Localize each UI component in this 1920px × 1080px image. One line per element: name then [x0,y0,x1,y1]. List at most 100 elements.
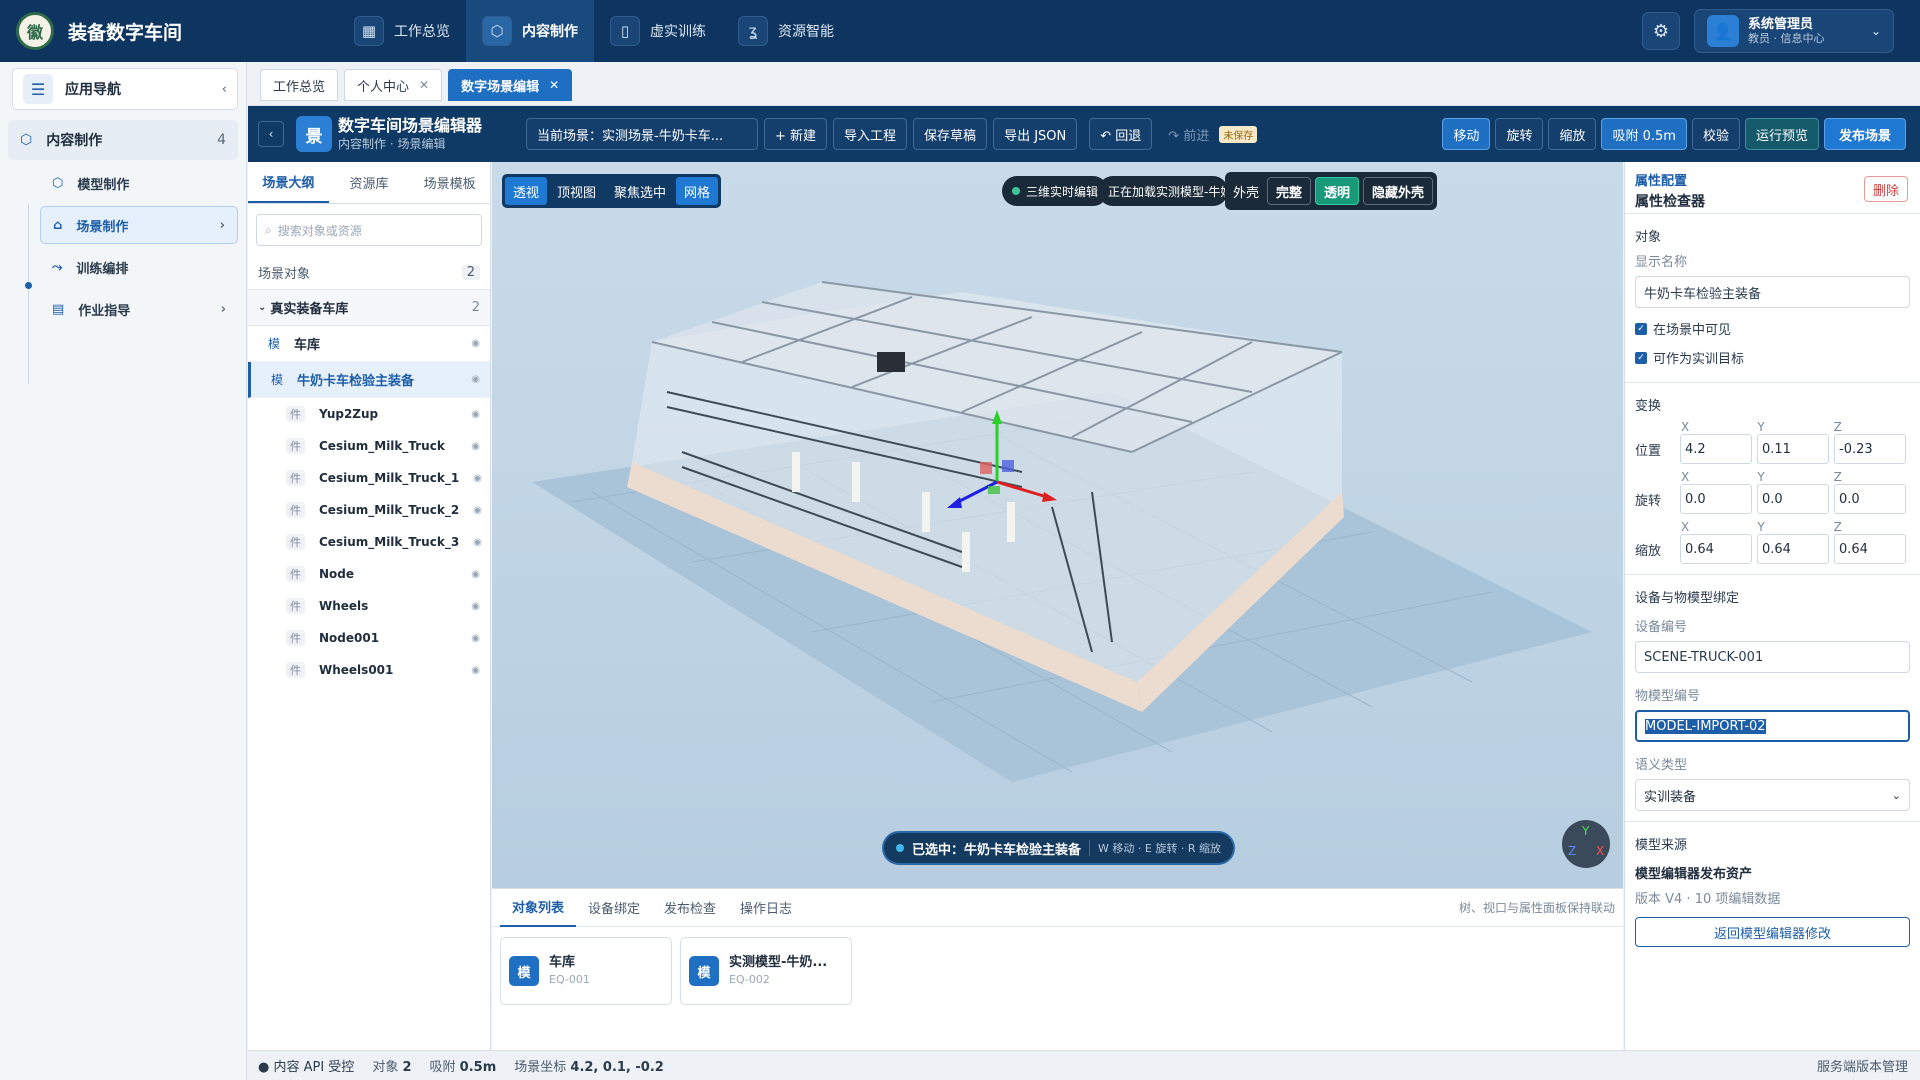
outline-child-row[interactable]: 件 Wheels001 ◉ [248,654,490,686]
sidebar-title: 应用导航 [65,82,121,98]
outline-child-row[interactable]: 件 Cesium_Milk_Truck_1 ◉ [248,462,490,494]
eye-icon[interactable]: ◉ [473,505,482,516]
tab-operation-log[interactable]: 操作日志 [728,889,804,927]
display-name-field[interactable]: 牛奶卡车检验主装备 [1635,276,1910,308]
shell-full-button[interactable]: 完整 [1267,177,1312,205]
sidebar-item-training[interactable]: ⤳ 训练编排 [40,248,238,286]
nav-tab-overview[interactable]: ▦ 工作总览 [338,0,466,62]
3d-viewport[interactable]: 透视 顶视图 聚焦选中 网格 三维实时编辑 正在加载实测模型-牛奶 外壳 完整 … [492,162,1623,888]
outline-child-row[interactable]: 件 Cesium_Milk_Truck ◉ [248,430,490,462]
validate-button[interactable]: 校验 [1691,118,1740,150]
nav-tab-resources[interactable]: ʓ 资源智能 [722,0,850,62]
tab-library[interactable]: 资源库 [329,162,410,203]
sidebar-item-guide[interactable]: ▤ 作业指导 › [40,290,238,328]
save-draft-button[interactable]: 保存草稿 [913,118,988,150]
outline-child-row[interactable]: 件 Yup2Zup ◉ [248,398,490,430]
run-preview-button[interactable]: 运行预览 [1744,118,1819,150]
device-code-field[interactable]: SCENE-TRUCK-001 [1635,641,1910,673]
position-y-input[interactable]: 0.11 [1757,434,1829,464]
current-scene-selector[interactable]: 当前场景：实测场景-牛奶卡车... [526,118,758,150]
position-x-input[interactable]: 4.2 [1680,434,1752,464]
status-dot [1012,187,1020,195]
training-target-checkbox[interactable]: ✓ 可作为实训目标 [1625,343,1920,372]
sidebar: ☰ 应用导航 ‹ ⬡ 内容制作 4 ⬡ 模型制作 ⌂ 场景制作 › ⤳ 训练编排 ▤ 作业… [0,62,247,1080]
grid-toggle-button[interactable]: 网格 [676,177,719,205]
outline-child-row[interactable]: 件 Node ◉ [248,558,490,590]
nav-tab-training[interactable]: ▯ 虚实训练 [594,0,722,62]
new-button[interactable]: + 新建 [764,118,828,150]
object-card[interactable]: 模 实测模型-牛奶... EQ-002 [680,937,852,1005]
user-menu[interactable]: 👤 系统管理员 教员 · 信息中心 ⌄ [1694,9,1894,53]
sidebar-header: ☰ 应用导航 ‹ [12,68,238,110]
settings-gear-icon[interactable]: ⚙ [1642,12,1680,50]
eye-icon[interactable]: ◉ [471,338,480,349]
equipment-block [877,352,905,372]
outline-child-row[interactable]: 件 Cesium_Milk_Truck_3 ◉ [248,526,490,558]
tab-object-list[interactable]: 对象列表 [500,889,577,927]
tab-scene-editor[interactable]: 数字场景编辑 ✕ [448,69,573,101]
outline-child-row[interactable]: 件 Node001 ◉ [248,622,490,654]
rotation-x-input[interactable]: 0.0 [1680,484,1752,514]
eye-icon[interactable]: ◉ [471,409,480,420]
tab-templates[interactable]: 场景模板 [409,162,490,203]
outline-row-garage[interactable]: 模车库 ◉ [248,326,490,362]
snap-button[interactable]: 吸附 0.5m [1601,118,1687,150]
eye-icon[interactable]: ◉ [473,537,482,548]
outline-child-row[interactable]: 件 Wheels ◉ [248,590,490,622]
close-icon[interactable]: ✕ [549,78,559,92]
tab-profile[interactable]: 个人中心 ✕ [344,69,443,101]
semantic-type-select[interactable]: 实训装备 ⌄ [1635,779,1910,811]
eye-icon[interactable]: ◉ [471,601,480,612]
eye-icon[interactable]: ◉ [471,633,480,644]
back-to-model-editor-button[interactable]: 返回模型编辑器修改 [1635,917,1910,947]
sidebar-group-content[interactable]: ⬡ 内容制作 4 [8,120,238,160]
eye-icon[interactable]: ◉ [471,441,480,452]
visible-checkbox[interactable]: ✓ 在场景中可见 [1625,314,1920,343]
export-json-button[interactable]: 导出 JSON [993,118,1078,150]
delete-button[interactable]: 删除 [1863,176,1908,202]
scale-y-input[interactable]: 0.64 [1757,534,1829,564]
undo-button[interactable]: ↶ 回退 [1089,118,1153,150]
scale-x-input[interactable]: 0.64 [1680,534,1752,564]
position-z-input[interactable]: -0.23 [1834,434,1906,464]
outline-child-row[interactable]: 件 Cesium_Milk_Truck_2 ◉ [248,494,490,526]
eye-icon[interactable]: ◉ [471,665,480,676]
focus-selected-button[interactable]: 聚焦选中 [606,177,674,205]
object-card[interactable]: 模 车库 EQ-001 [500,937,672,1005]
sidebar-item-model[interactable]: ⬡ 模型制作 [40,164,238,202]
scale-z-input[interactable]: 0.64 [1834,534,1906,564]
back-button[interactable]: ‹ [258,121,284,147]
rotate-tool-button[interactable]: 旋转 [1495,118,1544,150]
publish-scene-button[interactable]: 发布场景 [1823,118,1906,150]
tab-publish-check[interactable]: 发布检查 [652,889,728,927]
sidebar-item-scene[interactable]: ⌂ 场景制作 › [40,206,238,244]
move-tool-button[interactable]: 移动 [1442,118,1491,150]
axis-gizmo[interactable]: Y Z X [1562,820,1610,868]
tab-outline[interactable]: 场景大纲 [248,162,329,203]
close-icon[interactable]: ✕ [419,78,429,92]
outline-search-input[interactable]: ⌕ 搜索对象或资源 [256,214,482,246]
outline-group[interactable]: ⌄ 真实装备车库 2 [248,290,490,326]
menu-icon[interactable]: ☰ [23,74,53,104]
tab-device-binding[interactable]: 设备绑定 [576,889,652,927]
nav-tab-content[interactable]: ⬡ 内容制作 [466,0,594,62]
tab-overview[interactable]: 工作总览 [260,69,339,101]
binding-section-title: 设备与物模型绑定 [1635,591,1740,606]
editor-title: 数字车间场景编辑器 [338,116,483,135]
eye-icon[interactable]: ◉ [473,473,482,484]
shell-hide-button[interactable]: 隐藏外壳 [1363,177,1434,205]
shell-transparent-button[interactable]: 透明 [1315,177,1360,205]
rotation-y-input[interactable]: 0.0 [1757,484,1829,514]
perspective-view-button[interactable]: 透视 [505,177,548,205]
scene-render[interactable] [492,162,1623,888]
eye-icon[interactable]: ◉ [471,569,480,580]
scale-tool-button[interactable]: 缩放 [1548,118,1597,150]
redo-button[interactable]: ↷ 前进 未保存 [1158,118,1267,150]
collapse-chevron-icon[interactable]: ‹ [222,82,227,97]
rotation-z-input[interactable]: 0.0 [1834,484,1906,514]
import-button[interactable]: 导入工程 [833,118,908,150]
top-view-button[interactable]: 顶视图 [549,177,604,205]
model-code-field[interactable]: MODEL-IMPORT-02 [1635,710,1910,742]
outline-row-truck[interactable]: 模牛奶卡车检验主装备 ◉ [248,362,490,398]
eye-icon[interactable]: ◉ [471,374,480,385]
